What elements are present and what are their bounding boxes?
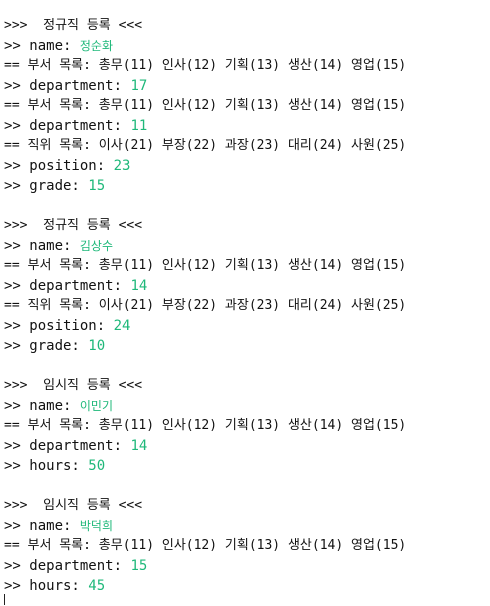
input-line: >> name: 박덕희 [4,516,488,536]
input-line: >> name: 정순화 [4,36,488,56]
section-header: >>> 정규직 등록 <<< [4,218,143,233]
input-prompt: >> department: [4,78,131,94]
input-prompt: >> department: [4,438,131,454]
input-line: >> hours: 45 [4,576,488,596]
option-list-line: == 직위 목록: 이사(21) 부장(22) 과장(23) 대리(24) 사원… [4,138,407,153]
option-list-line: == 부서 목록: 총무(11) 인사(12) 기획(13) 생산(14) 영업… [4,418,407,433]
option-list-line: == 부서 목록: 총무(11) 인사(12) 기획(13) 생산(14) 영업… [4,58,407,73]
input-value: 김상수 [79,239,113,253]
input-value: 11 [130,118,148,134]
section-header: >>> 정규직 등록 <<< [4,18,143,33]
registration-block: >>> 정규직 등록 <<< >> name: 김상수 == 부서 목록: 총무(1… [4,216,488,356]
input-value: 14 [130,278,148,294]
input-prompt: >> name: [4,518,80,534]
registration-block: >>> 임시직 등록 <<< >> name: 박덕희 == 부서 목록: 총무(1… [4,496,488,596]
option-list-line: == 부서 목록: 총무(11) 인사(12) 기획(13) 생산(14) 영업… [4,258,407,273]
input-prompt: >> department: [4,278,131,294]
input-prompt: >> name: [4,238,80,254]
option-list-line: == 직위 목록: 이사(21) 부장(22) 과장(23) 대리(24) 사원… [4,298,407,313]
input-value: 14 [130,438,148,454]
option-list-line: == 부서 목록: 총무(11) 인사(12) 기획(13) 생산(14) 영업… [4,98,407,113]
input-value: 23 [113,158,131,174]
section-header: >>> 임시직 등록 <<< [4,378,143,393]
input-value: 이민기 [79,399,113,413]
option-list-line: == 부서 목록: 총무(11) 인사(12) 기획(13) 생산(14) 영업… [4,538,407,553]
registration-block: >>> 임시직 등록 <<< >> name: 이민기 == 부서 목록: 총무(1… [4,376,488,476]
input-value: 17 [130,78,148,94]
input-line: >> position: 23 [4,156,488,176]
text-cursor [4,594,5,605]
input-line: >> department: 14 [4,436,488,456]
registration-block: >>> 정규직 등록 <<< >> name: 정순화 == 부서 목록: 총무(1… [4,16,488,196]
input-prompt: >> position: [4,318,114,334]
input-prompt: >> grade: [4,178,89,194]
input-value: 15 [130,558,148,574]
console-output: >>> 정규직 등록 <<< >> name: 정순화 == 부서 목록: 총무(1… [4,16,488,596]
input-prompt: >> hours: [4,458,89,474]
input-line: >> grade: 10 [4,336,488,356]
input-line: >> department: 15 [4,556,488,576]
section-header: >>> 임시직 등록 <<< [4,498,143,513]
input-value: 24 [113,318,131,334]
input-line: >> department: 14 [4,276,488,296]
input-value: 정순화 [79,39,113,53]
input-line: >> hours: 50 [4,456,488,476]
input-value: 45 [88,578,106,594]
input-line: >> name: 김상수 [4,236,488,256]
input-prompt: >> position: [4,158,114,174]
input-prompt: >> department: [4,558,131,574]
input-value: 15 [88,178,106,194]
input-prompt: >> name: [4,398,80,414]
input-value: 박덕희 [79,519,113,533]
input-line: >> department: 17 [4,76,488,96]
input-line: >> name: 이민기 [4,396,488,416]
input-prompt: >> department: [4,118,131,134]
input-prompt: >> grade: [4,338,89,354]
input-prompt: >> name: [4,38,80,54]
input-value: 50 [88,458,106,474]
input-line: >> position: 24 [4,316,488,336]
input-prompt: >> hours: [4,578,89,594]
input-line: >> grade: 15 [4,176,488,196]
input-line: >> department: 11 [4,116,488,136]
input-value: 10 [88,338,106,354]
